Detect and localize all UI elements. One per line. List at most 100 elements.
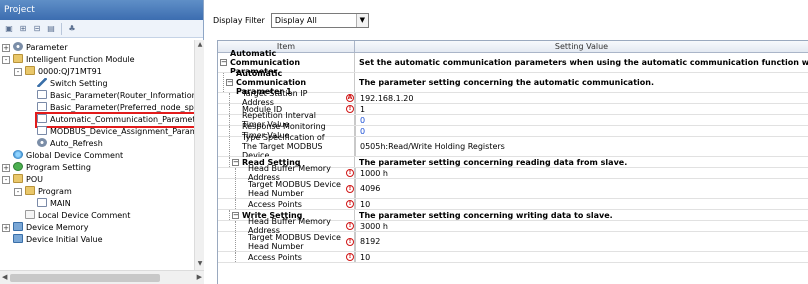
folder-icon — [25, 66, 35, 75]
section-description: The parameter setting concerning the aut… — [355, 73, 655, 92]
parameter-row[interactable]: Head Buffer Memory Address! 3000 h — [218, 217, 808, 235]
tree-item-content[interactable]: Parameter — [13, 42, 68, 54]
tree-horizontal-scrollbar[interactable]: ◀ ▶ — [0, 270, 204, 284]
parameter-item-cell: Access Points — [218, 199, 355, 209]
parameter-pane: Display Filter Display All ▼ Item Settin… — [205, 0, 808, 284]
parameter-row[interactable]: Head Buffer Memory Address! 1000 h — [218, 164, 808, 182]
doc-icon — [37, 126, 47, 135]
section-description: The parameter setting concerning reading… — [355, 157, 628, 167]
display-filter-label: Display Filter — [213, 15, 265, 25]
parameter-value-input[interactable]: 0505h:Read/Write Holding Registers — [355, 137, 505, 156]
parameter-value-input[interactable]: 3000 h — [355, 221, 388, 231]
scroll-left-icon[interactable]: ◀ — [2, 273, 7, 281]
project-pane: Project ▣ ⊞ ⊟ ▤ ♣ + Parameter - Intelligent… — [0, 0, 204, 284]
new-item-icon[interactable]: ▣ — [3, 23, 15, 35]
scroll-right-icon[interactable]: ▶ — [197, 273, 202, 281]
parameter-value-input[interactable]: 1 — [355, 104, 365, 114]
tree-item-label: Program Setting — [26, 163, 91, 172]
required-setting-icon: ! — [346, 200, 354, 208]
parameter-row[interactable]: Type Specification of The Target MODBUS … — [218, 133, 808, 160]
tree-item-label: MODBUS_Device_Assignment_Parameter — [50, 127, 194, 136]
tree-guide-line — [235, 252, 236, 262]
tree-item-content[interactable]: Basic_Parameter(Router_Information) — [37, 90, 194, 102]
parameter-row[interactable]: Access Points! 10 — [218, 252, 808, 263]
tree-item-label: Global Device Comment — [26, 151, 124, 160]
expand-node-icon[interactable]: + — [2, 224, 10, 232]
parameter-row[interactable]: Target MODBUS Device Head Number! 8192 — [218, 232, 808, 252]
expand-node-icon[interactable]: + — [2, 164, 10, 172]
tree-item-content[interactable]: Program Setting — [13, 162, 91, 174]
tree-item-content[interactable]: Basic_Parameter(Preferred_node_specifica… — [37, 102, 194, 114]
collapse-node-icon[interactable]: - — [2, 176, 10, 184]
required-setting-icon: ! — [346, 169, 354, 177]
parameter-value-input[interactable]: 0 — [355, 126, 365, 136]
collapse-icon[interactable]: ⊟ — [31, 23, 43, 35]
tree-item-content[interactable]: Automatic_Communication_Parameter — [35, 112, 194, 128]
parameter-item-cell: Target Station IP Address — [218, 89, 355, 107]
tree-item-content[interactable]: POU — [13, 174, 43, 186]
folder-icon — [13, 174, 23, 183]
tree-item-label: MAIN — [50, 199, 71, 208]
tree-vertical-scrollbar[interactable]: ▲ ▼ — [194, 40, 204, 270]
tree-item-content[interactable]: Device Initial Value — [13, 234, 103, 246]
tree-item-content[interactable]: MODBUS_Device_Assignment_Parameter — [37, 126, 194, 138]
tree-guide-line — [229, 115, 230, 125]
parameter-value-input[interactable]: 1000 h — [355, 168, 388, 178]
setting-value-column-header[interactable]: Setting Value — [355, 41, 808, 53]
tree-item-content[interactable]: Local Device Comment — [25, 210, 130, 222]
collapse-node-icon[interactable]: - — [14, 68, 22, 76]
parameter-value-input[interactable]: 10 — [355, 252, 370, 262]
collapse-node-icon[interactable]: - — [2, 56, 10, 64]
parameter-row[interactable]: Access Points! 10 — [218, 199, 808, 210]
required-setting-icon: ! — [346, 105, 354, 113]
project-tree: + Parameter - Intelligent Function Module -0… — [0, 40, 194, 270]
green-icon — [13, 162, 23, 171]
parameter-value-input[interactable]: 10 — [355, 199, 370, 209]
scroll-down-icon[interactable]: ▼ — [196, 260, 204, 269]
parameter-row[interactable]: Target MODBUS Device Head Number! 4096 — [218, 179, 808, 199]
parameter-value-input[interactable]: 0 — [355, 115, 365, 125]
tree-item-content[interactable]: 0000:QJ71MT91 — [25, 66, 102, 78]
expand-icon[interactable]: ⊞ — [17, 23, 29, 35]
parameter-value-input[interactable]: 192.168.1.20 — [355, 93, 413, 103]
expand-node-icon[interactable]: + — [2, 44, 10, 52]
parameter-row[interactable]: Target Station IP Address A 192.168.1.20 — [218, 89, 808, 107]
tree-guide-line — [235, 221, 236, 231]
required-setting-icon: ! — [346, 184, 354, 193]
mem-icon — [13, 222, 23, 231]
tree-item-content[interactable]: Program — [25, 186, 72, 198]
collapse-section-icon[interactable]: − — [226, 79, 233, 86]
tree-item-label: Automatic_Communication_Parameter — [50, 115, 194, 124]
scrollbar-thumb[interactable] — [10, 274, 160, 282]
parameter-value-input[interactable]: 8192 — [355, 232, 380, 251]
properties-icon[interactable]: ▤ — [45, 23, 57, 35]
required-setting-icon: ! — [346, 253, 354, 261]
project-toolbar: ▣ ⊞ ⊟ ▤ ♣ — [0, 20, 203, 38]
tree-item-content[interactable]: Auto_Refresh — [37, 138, 103, 150]
tree-item-content[interactable]: Global Device Comment — [13, 150, 123, 162]
tree-item-content[interactable]: Switch Setting — [37, 78, 108, 90]
tree-guide-line — [235, 168, 236, 178]
tree-item-label: Intelligent Function Module — [26, 55, 135, 64]
tree-guide-line — [229, 137, 230, 156]
tree-item-content[interactable]: Device Memory — [13, 222, 88, 234]
tree-item-label: Local Device Comment — [38, 211, 131, 220]
scroll-up-icon[interactable]: ▲ — [196, 41, 204, 50]
pen-icon — [37, 78, 47, 87]
tree-guide-line — [229, 104, 230, 114]
parameter-item-cell: Type Specification of The Target MODBUS … — [218, 133, 355, 160]
network-icon[interactable]: ♣ — [66, 23, 78, 35]
tree-item-content[interactable]: MAIN — [37, 198, 71, 210]
collapse-section-icon[interactable]: − — [220, 59, 227, 66]
toolbar-divider — [61, 22, 62, 35]
display-filter-select[interactable]: Display All ▼ — [270, 12, 369, 28]
tree-guide-line — [229, 93, 230, 103]
comment-icon — [25, 210, 35, 219]
parameter-item-cell: Head Buffer Memory Address — [218, 217, 355, 235]
collapse-node-icon[interactable]: - — [14, 188, 22, 196]
gear-icon — [37, 138, 47, 147]
tree-item-content[interactable]: Intelligent Function Module — [13, 54, 135, 66]
doc-icon — [37, 102, 47, 111]
dropdown-arrow-icon[interactable]: ▼ — [355, 13, 368, 27]
parameter-value-input[interactable]: 4096 — [355, 179, 380, 198]
